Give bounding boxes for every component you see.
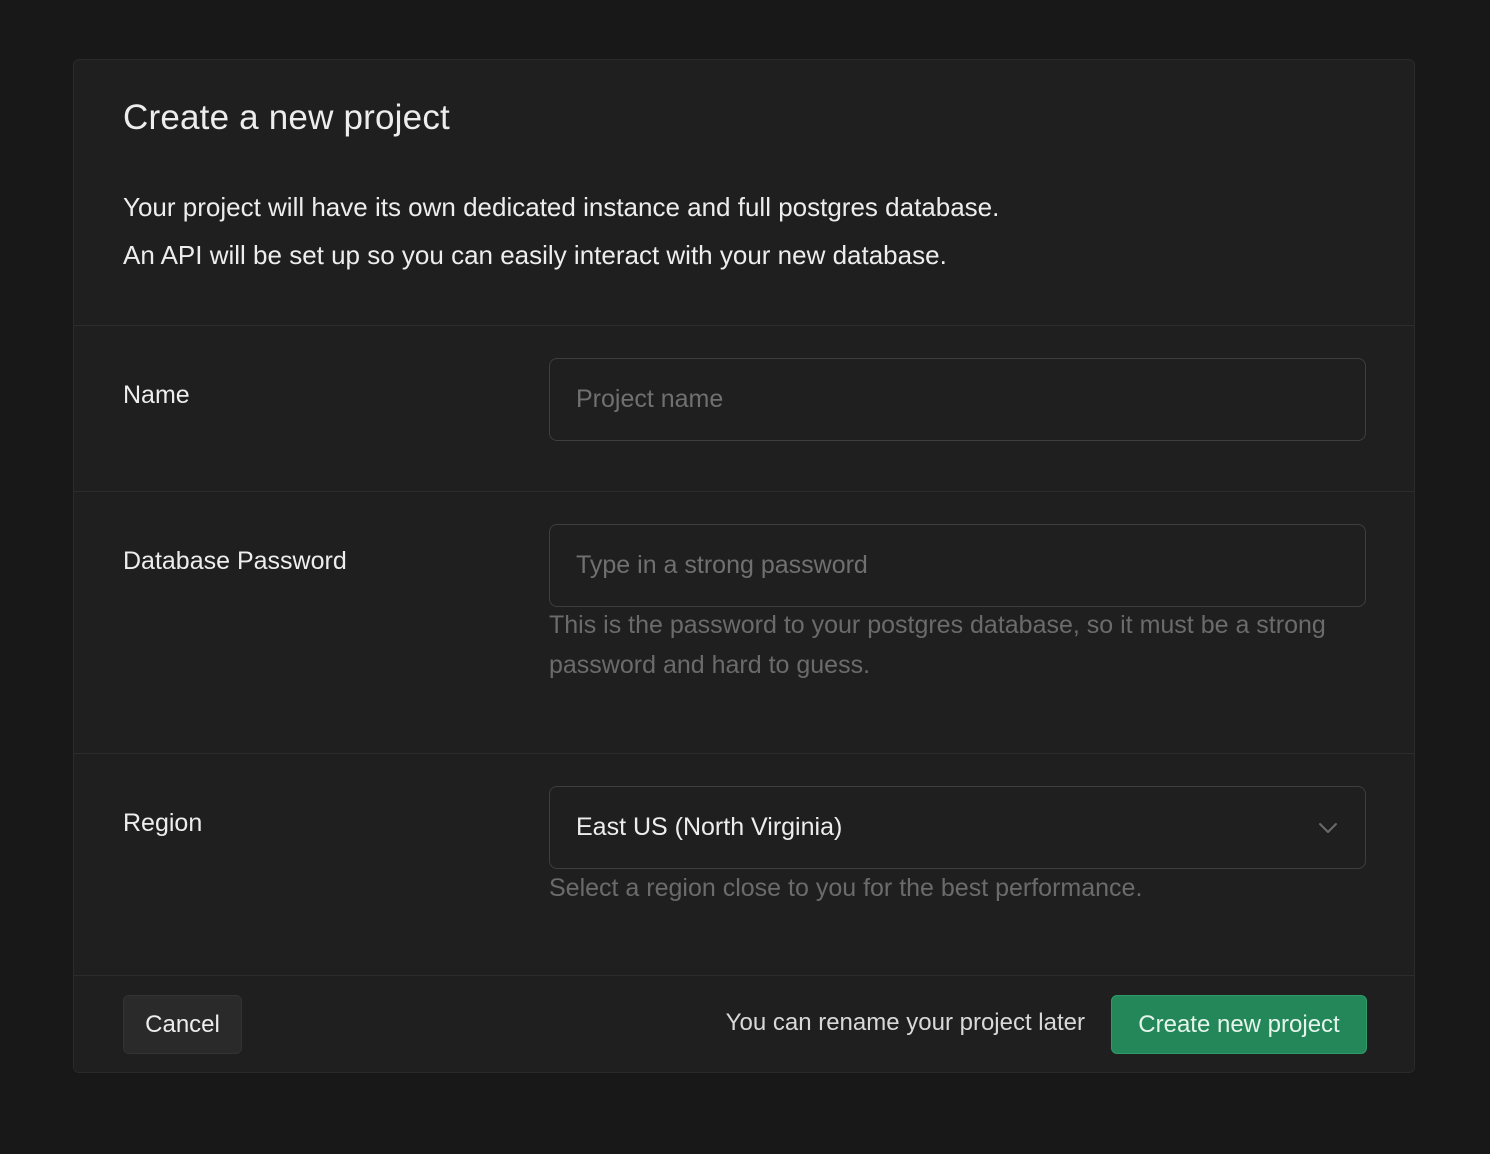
dialog-title: Create a new project (123, 98, 450, 137)
cancel-button[interactable]: Cancel (123, 995, 242, 1054)
region-help-text: Select a region close to you for the bes… (549, 874, 1143, 902)
name-label: Name (123, 381, 190, 409)
region-row: Region East US (North Virginia) Select a… (74, 754, 1414, 976)
dialog-description-line-2: An API will be set up so you can easily … (123, 240, 947, 270)
password-row: Database Password This is the password t… (74, 492, 1414, 754)
chevron-down-icon (1317, 817, 1339, 839)
rename-note: You can rename your project later (725, 1009, 1085, 1036)
create-project-dialog: Create a new project Your project will h… (73, 59, 1415, 1073)
database-password-input[interactable] (549, 524, 1366, 607)
dialog-header: Create a new project Your project will h… (74, 60, 1414, 326)
dialog-description-line-1: Your project will have its own dedicated… (123, 192, 1000, 222)
project-name-input[interactable] (549, 358, 1366, 441)
region-select[interactable]: East US (North Virginia) (549, 786, 1366, 869)
password-label: Database Password (123, 547, 347, 575)
region-label: Region (123, 809, 203, 837)
create-project-button[interactable]: Create new project (1111, 995, 1367, 1054)
region-selected-value: East US (North Virginia) (576, 813, 843, 841)
name-row: Name (74, 326, 1414, 492)
password-help-text: This is the password to your postgres da… (549, 611, 1326, 679)
dialog-footer: Cancel You can rename your project later… (74, 976, 1414, 1074)
